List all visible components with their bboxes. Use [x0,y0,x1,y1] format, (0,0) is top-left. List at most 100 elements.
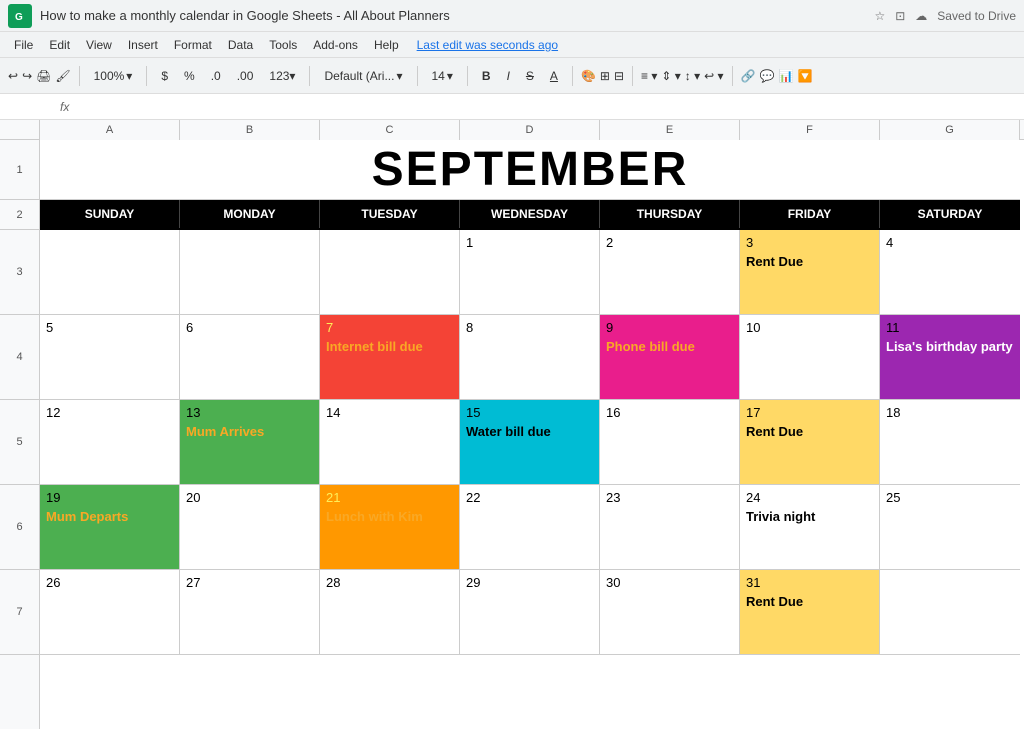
cal-cell-3-4[interactable]: 16 [600,400,740,484]
link-icon[interactable]: 🔗 [741,69,756,83]
chart-icon[interactable]: 📊 [778,69,793,83]
cal-cell-5-3[interactable]: 29 [460,570,600,654]
cal-cell-5-0[interactable]: 26 [40,570,180,654]
cal-cell-2-4[interactable]: 9Phone bill due [600,315,740,399]
wrap-icon[interactable]: ↩ ▾ [704,69,723,83]
cal-cell-1-0[interactable] [40,230,180,314]
menu-data[interactable]: Data [222,36,259,54]
cal-cell-3-1[interactable]: 13Mum Arrives [180,400,320,484]
cal-cell-2-0[interactable]: 5 [40,315,180,399]
cal-cell-4-4[interactable]: 23 [600,485,740,569]
menu-edit[interactable]: Edit [43,36,76,54]
col-header-b[interactable]: B [180,120,320,140]
cal-cell-2-6[interactable]: 11Lisa's birthday party [880,315,1020,399]
svg-text:G: G [15,12,23,23]
cal-cell-3-5[interactable]: 17Rent Due [740,400,880,484]
cal-cell-1-3[interactable]: 1 [460,230,600,314]
format123-button[interactable]: 123▾ [263,67,301,85]
day-number: 31 [746,574,873,592]
cal-cell-2-2[interactable]: 7 Internet bill due [320,315,460,399]
menu-help[interactable]: Help [368,36,405,54]
percent-button[interactable]: % [178,67,201,85]
menu-insert[interactable]: Insert [122,36,164,54]
cal-cell-2-5[interactable]: 10 [740,315,880,399]
title-bar: G How to make a monthly calendar in Goog… [0,0,1024,32]
menu-tools[interactable]: Tools [263,36,303,54]
cal-cell-5-1[interactable]: 27 [180,570,320,654]
cal-cell-4-6[interactable]: 25 [880,485,1020,569]
event-label: Rent Due [746,424,873,441]
fill-color-icon[interactable]: 🎨 [581,69,596,83]
day-number: 27 [186,574,313,592]
print-icon[interactable]: 🖨 [36,69,51,83]
cal-cell-5-4[interactable]: 30 [600,570,740,654]
menu-view[interactable]: View [80,36,118,54]
cal-cell-1-1[interactable] [180,230,320,314]
day-number: 30 [606,574,733,592]
menu-bar: File Edit View Insert Format Data Tools … [0,32,1024,58]
font-size-select[interactable]: 14 ▾ [426,67,459,85]
event-label: Mum Arrives [186,424,313,441]
undo-icon[interactable]: ↩ [8,69,18,83]
event-label: Phone bill due [606,339,733,356]
menu-file[interactable]: File [8,36,39,54]
cal-cell-5-6[interactable] [880,570,1020,654]
day-number: 11 [886,319,1014,337]
filter-icon[interactable]: 🔽 [797,69,812,83]
paint-format-icon[interactable]: 🖌 [55,69,70,83]
underline-button[interactable]: A [544,67,564,85]
col-header-g[interactable]: G [880,120,1020,140]
valign-icon[interactable]: ⇕ ▾ [661,69,680,83]
comment-icon[interactable]: 💬 [760,69,775,83]
cal-cell-4-5[interactable]: 24Trivia night [740,485,880,569]
day-number: 12 [46,404,173,422]
bold-button[interactable]: B [476,67,497,85]
cal-cell-1-5[interactable]: 3Rent Due [740,230,880,314]
font-select[interactable]: Default (Ari... ▾ [318,67,408,85]
menu-addons[interactable]: Add-ons [307,36,364,54]
menu-format[interactable]: Format [168,36,218,54]
merge-icon[interactable]: ⊟ [614,69,624,83]
cal-cell-1-4[interactable]: 2 [600,230,740,314]
currency-button[interactable]: $ [155,67,174,85]
decimal00-button[interactable]: .00 [231,67,260,85]
cal-cell-3-3[interactable]: 15Water bill due [460,400,600,484]
col-header-e[interactable]: E [600,120,740,140]
cal-cell-4-3[interactable]: 22 [460,485,600,569]
col-header-f[interactable]: F [740,120,880,140]
calendar-week-5: 26 27 2829 30 31Rent Due [40,570,1020,655]
decimal0-button[interactable]: .0 [205,67,227,85]
row-4-num: 4 [0,315,40,400]
cal-cell-3-2[interactable]: 14 [320,400,460,484]
event-label: Internet bill due [326,339,453,356]
col-header-c[interactable]: C [320,120,460,140]
redo-icon[interactable]: ↪ [22,69,32,83]
cal-cell-5-5[interactable]: 31Rent Due [740,570,880,654]
day-number: 19 [46,489,173,507]
align-icon[interactable]: ≡ ▾ [641,69,657,83]
strikethrough-button[interactable]: S [520,67,540,85]
col-header-d[interactable]: D [460,120,600,140]
cal-cell-3-0[interactable]: 12 [40,400,180,484]
cal-cell-4-1[interactable]: 20 [180,485,320,569]
day-number: 7 [326,319,453,337]
cal-cell-1-6[interactable]: 4 [880,230,1020,314]
cal-cell-3-6[interactable]: 18 [880,400,1020,484]
zoom-select[interactable]: 100% ▾ [88,67,139,85]
cal-cell-2-1[interactable]: 6 [180,315,320,399]
cal-cell-5-2[interactable]: 28 [320,570,460,654]
cal-cell-2-3[interactable]: 8 [460,315,600,399]
text-rotate-icon[interactable]: ↕ ▾ [685,69,700,83]
italic-button[interactable]: I [501,67,516,85]
cal-cell-1-2[interactable] [320,230,460,314]
cal-cell-4-0[interactable]: 19Mum Departs [40,485,180,569]
view-icon[interactable]: ⊡ [895,9,905,23]
day-number: 8 [466,319,593,337]
cal-cell-4-2[interactable]: 21Lunch with Kim [320,485,460,569]
star-icon[interactable]: ☆ [874,9,885,23]
borders-icon[interactable]: ⊞ [600,69,610,83]
col-header-a[interactable]: A [40,120,180,140]
fx-label: fx [54,100,75,114]
day-number: 5 [46,319,173,337]
calendar-title: SEPTEMBER [372,142,689,197]
